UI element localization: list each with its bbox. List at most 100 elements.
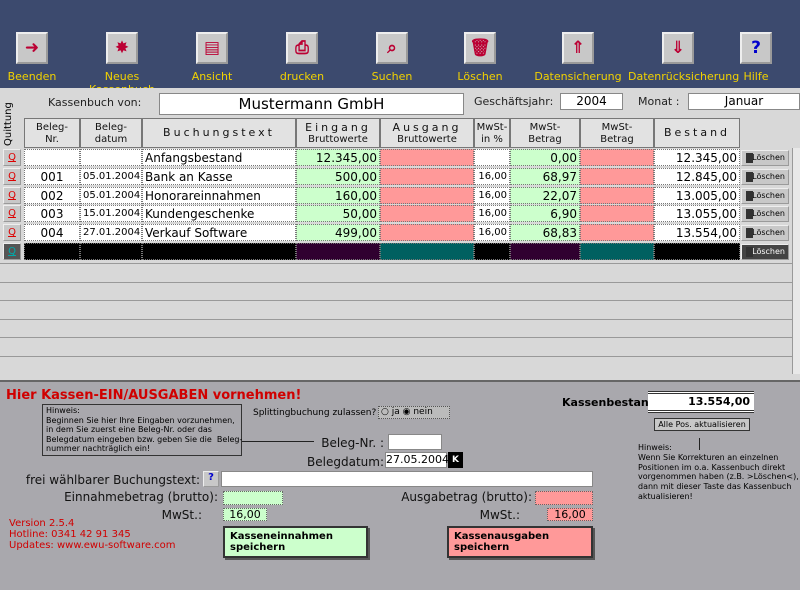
search-icon: ⌕	[376, 32, 408, 64]
cell-mwst_betrag_aus[interactable]	[580, 224, 654, 241]
cell-mwst_betrag_ein[interactable]: 68,83	[510, 224, 580, 241]
cell-mwst_betrag_ein[interactable]: 68,97	[510, 168, 580, 185]
help-button[interactable]: ?	[203, 471, 219, 487]
new-cell-eingang[interactable]	[296, 243, 380, 260]
new-cell-mwst_betrag_aus[interactable]	[580, 243, 654, 260]
cell-eingang[interactable]: 12.345,00	[296, 149, 380, 166]
cell-mwst_betrag_aus[interactable]	[580, 205, 654, 222]
delete-row-button[interactable]: Löschen	[741, 169, 789, 185]
toolbar-button-3[interactable]: ⎙ drucken	[252, 32, 352, 83]
cell-mwst[interactable]: 16,00	[474, 168, 510, 185]
toolbar-label: Ansicht	[191, 70, 233, 83]
cell-text[interactable]: Bank an Kasse	[142, 168, 296, 185]
cell-datum[interactable]: 05.01.2004	[80, 187, 142, 204]
mwst-aus-label: MwSt.:	[479, 508, 520, 522]
owner-field[interactable]: Mustermann GmbH	[159, 93, 464, 115]
delete-row-button[interactable]: Löschen	[741, 206, 789, 222]
buchungstext-input[interactable]	[221, 471, 593, 487]
cell-eingang[interactable]: 160,00	[296, 187, 380, 204]
cell-mwst_betrag_ein[interactable]: 22,07	[510, 187, 580, 204]
ausgabe-input[interactable]	[535, 491, 593, 505]
cell-ausgang[interactable]	[380, 187, 474, 204]
delete-row-button[interactable]: Löschen	[741, 188, 789, 204]
cell-mwst_betrag_aus[interactable]	[580, 149, 654, 166]
cell-ausgang[interactable]	[380, 205, 474, 222]
cell-nr[interactable]: 004	[24, 224, 80, 241]
einnahme-input[interactable]	[223, 491, 283, 505]
receipt-button[interactable]: Q	[3, 205, 21, 222]
save-expense-button[interactable]: Kassenausgaben speichern	[447, 526, 593, 558]
receipt-button[interactable]: Q	[3, 243, 21, 260]
cell-mwst_betrag_aus[interactable]	[580, 168, 654, 185]
cell-mwst[interactable]: 16,00	[474, 205, 510, 222]
cell-mwst_betrag_aus[interactable]	[580, 187, 654, 204]
cell-bestand[interactable]: 13.005,00	[654, 187, 740, 204]
delete-row-button[interactable]: Löschen	[741, 244, 789, 260]
new-cell-mwst[interactable]	[474, 243, 510, 260]
radio-ja[interactable]: ○ ja	[381, 407, 400, 417]
calendar-button[interactable]: K	[448, 452, 463, 468]
cell-datum[interactable]: 27.01.2004	[80, 224, 142, 241]
updates-link[interactable]: Updates: www.ewu-software.com	[9, 540, 176, 551]
cell-mwst_betrag_ein[interactable]: 0,00	[510, 149, 580, 166]
cell-nr[interactable]: 003	[24, 205, 80, 222]
toolbar-button-1[interactable]: ✸Neues Kassenbuch	[72, 32, 172, 96]
cell-mwst[interactable]: 16,00	[474, 224, 510, 241]
cell-mwst_betrag_ein[interactable]: 6,90	[510, 205, 580, 222]
radio-nein[interactable]: ◉ nein	[403, 407, 433, 417]
toolbar-button-0[interactable]: ➜ Beenden	[0, 32, 82, 83]
save-income-button[interactable]: Kasseneinnahmen speichern	[223, 526, 368, 558]
receipt-button[interactable]: Q	[3, 224, 21, 241]
toolbar-button-2[interactable]: ▤ Ansicht	[162, 32, 262, 83]
toolbar-button-8[interactable]: ? Hilfe	[706, 32, 800, 83]
cell-text[interactable]: Anfangsbestand	[142, 149, 296, 166]
cell-bestand[interactable]: 12.345,00	[654, 149, 740, 166]
cell-eingang[interactable]: 50,00	[296, 205, 380, 222]
cell-nr[interactable]: 001	[24, 168, 80, 185]
cell-text[interactable]: Verkauf Software	[142, 224, 296, 241]
refresh-all-button[interactable]: Alle Pos. aktualisieren	[654, 418, 750, 431]
column-header-label: MwSt- Betrag	[600, 122, 634, 145]
new-cell-ausgang[interactable]	[380, 243, 474, 260]
belegnr-input[interactable]	[388, 434, 442, 450]
scrollbar[interactable]	[792, 148, 800, 374]
toolbar-button-6[interactable]: ⇑ Datensicherung	[528, 32, 628, 83]
year-field[interactable]: 2004	[560, 93, 623, 110]
new-cell-mwst_betrag_ein[interactable]	[510, 243, 580, 260]
column-header-label: MwSt- Betrag	[528, 122, 562, 145]
toolbar-button-4[interactable]: ⌕ Suchen	[342, 32, 442, 83]
mwst-aus-input[interactable]: 16,00	[547, 508, 593, 521]
cell-text[interactable]: Kundengeschenke	[142, 205, 296, 222]
cell-datum[interactable]: 05.01.2004	[80, 168, 142, 185]
cell-eingang[interactable]: 499,00	[296, 224, 380, 241]
cell-nr[interactable]: 002	[24, 187, 80, 204]
cell-datum[interactable]	[80, 149, 142, 166]
delete-row-button[interactable]: Löschen	[741, 150, 789, 166]
new-cell-datum[interactable]	[80, 243, 142, 260]
cell-datum[interactable]: 15.01.2004	[80, 205, 142, 222]
belegdatum-input[interactable]: 27.05.2004	[385, 452, 449, 468]
month-field[interactable]: Januar	[688, 93, 800, 110]
cell-text[interactable]: Honorareinnahmen	[142, 187, 296, 204]
receipt-button[interactable]: Q	[3, 187, 21, 204]
cell-ausgang[interactable]	[380, 149, 474, 166]
toolbar-button-5[interactable]: 🗑 Löschen	[430, 32, 530, 83]
cell-ausgang[interactable]	[380, 224, 474, 241]
mwst-ein-input[interactable]: 16,00	[223, 508, 267, 521]
new-cell-text[interactable]	[142, 243, 296, 260]
cell-bestand[interactable]: 12.845,00	[654, 168, 740, 185]
new-cell-bestand[interactable]	[654, 243, 740, 260]
cell-ausgang[interactable]	[380, 168, 474, 185]
cell-mwst[interactable]: 16,00	[474, 187, 510, 204]
column-header-7: MwSt- Betrag	[580, 118, 654, 148]
new-cell-nr[interactable]	[24, 243, 80, 260]
cell-mwst[interactable]	[474, 149, 510, 166]
receipt-button[interactable]: Q	[3, 168, 21, 185]
cell-eingang[interactable]: 500,00	[296, 168, 380, 185]
delete-row-button[interactable]: Löschen	[741, 225, 789, 241]
cell-bestand[interactable]: 13.554,00	[654, 224, 740, 241]
owner-label: Kassenbuch von:	[48, 96, 142, 109]
cell-nr[interactable]	[24, 149, 80, 166]
cell-bestand[interactable]: 13.055,00	[654, 205, 740, 222]
receipt-button[interactable]: Q	[3, 149, 21, 166]
